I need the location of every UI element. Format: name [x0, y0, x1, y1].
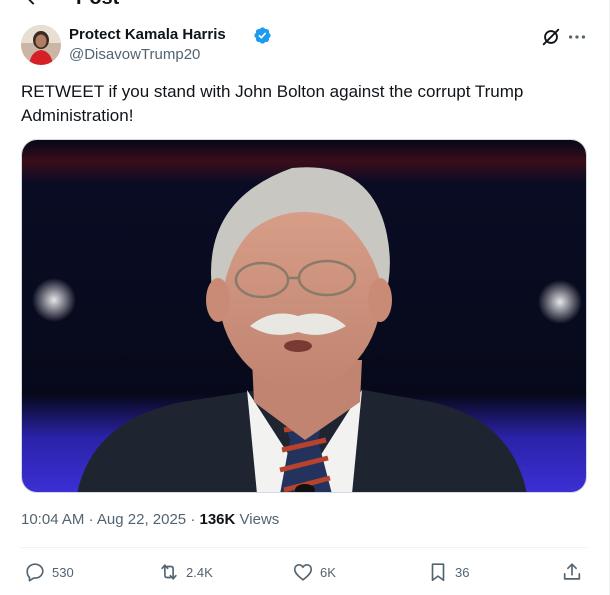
like-count: 6K [320, 564, 336, 580]
heart-icon [293, 564, 313, 581]
repost-icon [161, 564, 177, 580]
reply-count: 530 [52, 564, 74, 580]
author-handle[interactable]: @DisavowTrump20 [69, 46, 200, 64]
reply-icon [26, 563, 44, 582]
back-arrow-icon[interactable] [22, 0, 44, 8]
tweet-date[interactable]: Aug 22, 2025 [97, 511, 186, 528]
repost-button[interactable]: 2.4K [158, 560, 213, 584]
meta-separator: · [190, 511, 196, 528]
grok-icon[interactable] [540, 26, 562, 48]
views-count: 136K [199, 511, 236, 528]
views-label: Views [239, 511, 280, 528]
reply-button[interactable]: 530 [24, 560, 74, 584]
tweet-meta: 10:04 AM · Aug 22, 2025 · 136K Views [21, 510, 279, 530]
like-button[interactable]: 6K [292, 560, 336, 584]
post-page: Post Protect Kamala Harris @DisavowTrump… [0, 0, 610, 595]
bookmark-count: 36 [455, 564, 470, 580]
bookmark-button[interactable]: 36 [427, 560, 469, 584]
tweet-media-photo[interactable] [21, 139, 587, 493]
share-icon [563, 563, 581, 580]
page-title: Post [76, 0, 119, 10]
share-button[interactable] [561, 560, 583, 584]
post-header: Post [0, 0, 600, 10]
tweet-text: RETWEET if you stand with John Bolton ag… [21, 82, 524, 125]
verified-badge-icon [253, 26, 272, 45]
tweet-time[interactable]: 10:04 AM [21, 511, 84, 528]
meta-separator: · [88, 511, 94, 528]
repost-count: 2.4K [186, 564, 213, 580]
more-options-icon[interactable] [566, 26, 588, 48]
author-display-name[interactable]: Protect Kamala Harris [69, 26, 226, 44]
bookmark-icon [431, 563, 445, 582]
divider [21, 547, 587, 548]
avatar[interactable] [21, 25, 61, 65]
